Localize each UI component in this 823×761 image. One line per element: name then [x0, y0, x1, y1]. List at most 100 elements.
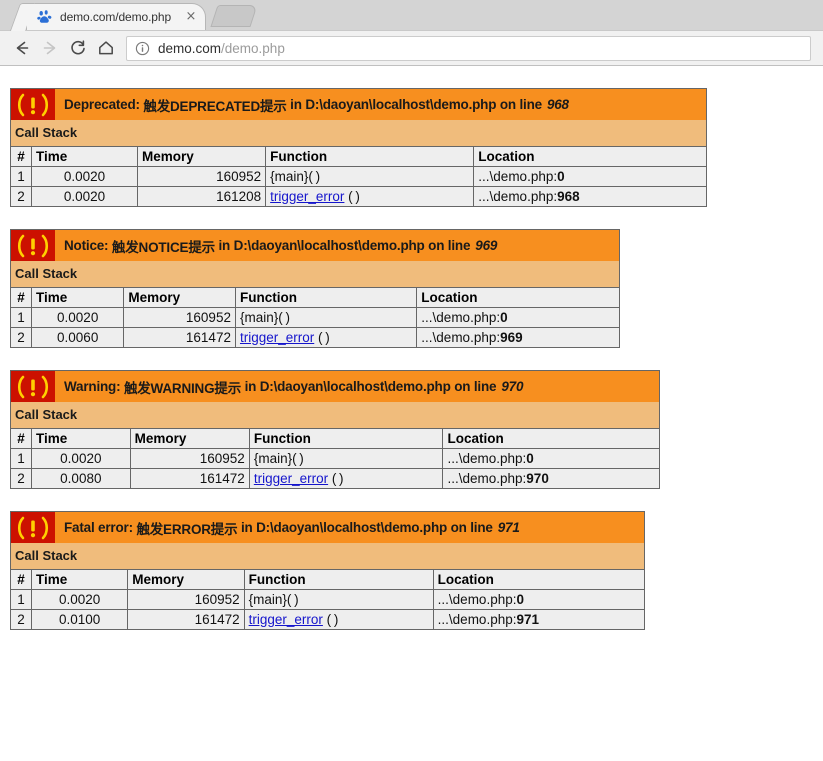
in-word: in — [290, 97, 302, 112]
error-header-row: Deprecated: 触发DEPRECATED提示 in D:\daoyan\… — [11, 89, 707, 120]
table-row: 2 0.0080 161472 trigger_error ( ) ...\de… — [10, 468, 660, 489]
error-header: Warning: 触发WARNING提示 in D:\daoyan\localh… — [11, 371, 659, 402]
row-time: 0.0100 — [30, 609, 129, 630]
call-stack-label: Call Stack — [10, 120, 707, 147]
col-header-memory: Memory — [137, 146, 267, 167]
location-file: ...\demo.php: — [437, 612, 517, 627]
table-header-row: # Time Memory Function Location — [10, 287, 620, 308]
error-line-number: 970 — [501, 379, 524, 394]
on-line-word: on line — [499, 97, 542, 112]
row-index: 2 — [10, 609, 32, 630]
table-row: 2 0.0020 161208 trigger_error ( ) ...\de… — [10, 186, 707, 207]
page-info-icon[interactable] — [135, 41, 150, 56]
row-time: 0.0020 — [31, 448, 131, 469]
row-time: 0.0060 — [30, 327, 125, 348]
col-header-time: Time — [30, 287, 125, 308]
warning-exclamation-icon — [11, 512, 55, 543]
in-word: in — [244, 379, 257, 394]
error-header-row: Fatal error: 触发ERROR提示 in D:\daoyan\loca… — [11, 512, 645, 543]
reload-icon[interactable] — [64, 34, 92, 62]
error-header: Deprecated: 触发DEPRECATED提示 in D:\daoyan\… — [11, 89, 706, 120]
col-header-function: Function — [265, 146, 475, 167]
home-icon[interactable] — [92, 34, 120, 62]
xdebug-error-block: Fatal error: 触发ERROR提示 in D:\daoyan\loca… — [10, 511, 646, 630]
location-file: ...\demo.php: — [421, 330, 501, 345]
location-file: ...\demo.php: — [478, 189, 558, 204]
row-memory: 160952 — [129, 448, 250, 469]
col-header-location: Location — [432, 569, 646, 590]
error-header-row: Notice: 触发NOTICE提示 in D:\daoyan\localhos… — [11, 230, 620, 261]
row-location: ...\demo.php:0 — [416, 307, 620, 328]
row-time: 0.0020 — [30, 186, 139, 207]
error-line-number: 971 — [497, 520, 520, 535]
address-bar[interactable]: demo.com/demo.php — [126, 35, 811, 61]
table-row: 1 0.0020 160952 {main}( ) ...\demo.php:0 — [10, 589, 646, 610]
error-line-number: 969 — [475, 238, 498, 253]
location-line: 969 — [500, 330, 523, 345]
error-line-number: 968 — [546, 97, 569, 112]
error-header-cell: Notice: 触发NOTICE提示 in D:\daoyan\localhos… — [11, 230, 620, 261]
xdebug-error-block: Warning: 触发WARNING提示 in D:\daoyan\localh… — [10, 370, 660, 489]
call-stack-label: Call Stack — [10, 543, 645, 570]
col-header-memory: Memory — [127, 569, 245, 590]
error-header-cell: Deprecated: 触发DEPRECATED提示 in D:\daoyan\… — [11, 89, 707, 120]
row-location: ...\demo.php:971 — [432, 609, 646, 630]
row-function: trigger_error ( ) — [248, 468, 444, 489]
call-stack-row: Call Stack — [10, 402, 660, 429]
back-icon[interactable] — [8, 34, 36, 62]
location-file: ...\demo.php: — [447, 471, 527, 486]
table-row: 1 0.0020 160952 {main}( ) ...\demo.php:0 — [10, 448, 660, 469]
warning-exclamation-icon — [11, 371, 55, 402]
table-row: 1 0.0020 160952 {main}( ) ...\demo.php:0 — [10, 307, 620, 328]
row-location: ...\demo.php:969 — [416, 327, 620, 348]
row-memory: 161472 — [127, 609, 245, 630]
location-line: 968 — [557, 189, 580, 204]
row-location: ...\demo.php:970 — [442, 468, 660, 489]
error-message: Warning: 触发WARNING提示 in D:\daoyan\localh… — [55, 371, 530, 402]
browser-tab-demo[interactable]: demo.com/demo.php × — [26, 3, 206, 30]
row-index: 1 — [10, 166, 32, 187]
col-header-location: Location — [442, 428, 660, 449]
error-text: 触发DEPRECATED提示 — [143, 98, 287, 114]
col-header-time: Time — [31, 428, 131, 449]
row-index: 2 — [10, 186, 32, 207]
xdebug-error-block: Deprecated: 触发DEPRECATED提示 in D:\daoyan\… — [10, 88, 707, 207]
page-content: Deprecated: 触发DEPRECATED提示 in D:\daoyan\… — [0, 66, 823, 630]
url-host: demo.com — [158, 40, 222, 56]
close-icon[interactable]: × — [183, 9, 199, 25]
warning-exclamation-icon — [11, 230, 55, 261]
row-index: 1 — [10, 589, 32, 610]
col-header-function: Function — [234, 287, 418, 308]
row-time: 0.0020 — [30, 166, 139, 187]
row-function: {main}( ) — [234, 307, 418, 328]
row-function: {main}( ) — [248, 448, 444, 469]
location-line: 0 — [557, 169, 565, 184]
error-header-cell: Warning: 触发WARNING提示 in D:\daoyan\localh… — [11, 371, 660, 402]
col-header-location: Location — [473, 146, 707, 167]
function-link[interactable]: trigger_error — [249, 612, 323, 627]
function-parens: ( ) — [322, 612, 339, 627]
row-time: 0.0080 — [31, 468, 131, 489]
row-index: 2 — [10, 327, 32, 348]
col-header-memory: Memory — [123, 287, 236, 308]
function-link[interactable]: trigger_error — [270, 189, 344, 204]
location-file: ...\demo.php: — [447, 451, 527, 466]
browser-toolbar: demo.com/demo.php — [0, 30, 823, 65]
table-row: 1 0.0020 160952 {main}( ) ...\demo.php:0 — [10, 166, 707, 187]
url-path: /demo.php — [221, 40, 285, 56]
function-link[interactable]: trigger_error — [240, 330, 314, 345]
col-header-function: Function — [248, 428, 444, 449]
location-file: ...\demo.php: — [437, 592, 517, 607]
col-header-num: # — [10, 428, 32, 449]
function-name: {main}( ) — [239, 310, 290, 325]
new-tab-button[interactable] — [210, 5, 258, 27]
row-index: 1 — [10, 448, 32, 469]
error-text: 触发WARNING提示 — [123, 380, 241, 396]
error-severity: Warning: — [64, 379, 121, 394]
function-link[interactable]: trigger_error — [254, 471, 328, 486]
row-memory: 160952 — [137, 166, 267, 187]
tab-title: demo.com/demo.php — [60, 10, 172, 24]
row-function: trigger_error ( ) — [234, 327, 418, 348]
table-header-row: # Time Memory Function Location — [10, 428, 660, 449]
